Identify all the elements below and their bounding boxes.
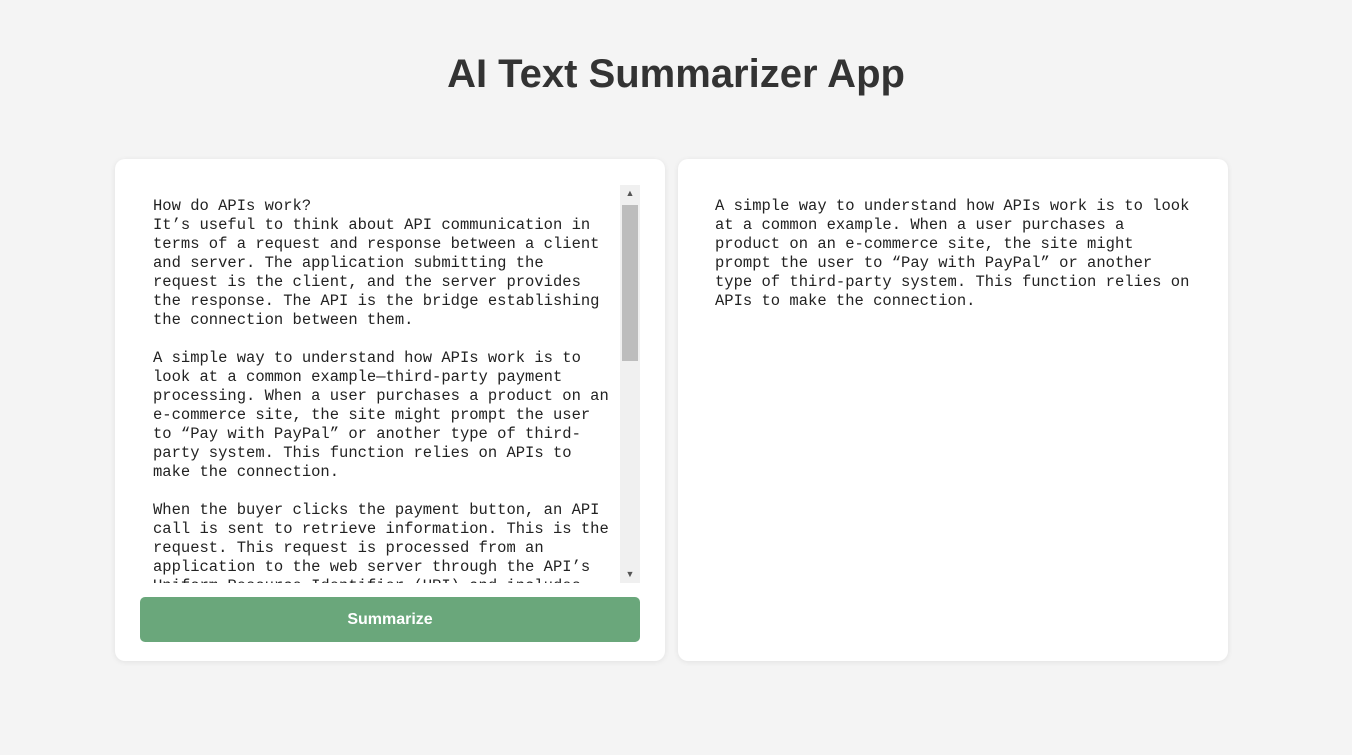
summarize-button[interactable]: Summarize [140, 597, 640, 642]
app-page: AI Text Summarizer App How do APIs work?… [0, 0, 1352, 755]
input-text[interactable]: How do APIs work? It’s useful to think a… [153, 197, 615, 583]
page-title: AI Text Summarizer App [447, 52, 905, 96]
scroll-up-arrow-icon[interactable]: ▲ [620, 185, 640, 202]
scroll-down-arrow-icon[interactable]: ▼ [620, 566, 640, 583]
output-panel: A simple way to understand how APIs work… [678, 159, 1228, 661]
input-panel: How do APIs work? It’s useful to think a… [115, 159, 665, 661]
summary-output-text: A simple way to understand how APIs work… [715, 197, 1199, 310]
scrollbar-thumb[interactable] [622, 205, 638, 361]
input-textarea[interactable]: How do APIs work? It’s useful to think a… [140, 185, 640, 583]
input-scrollbar[interactable]: ▲ ▼ [620, 185, 640, 583]
